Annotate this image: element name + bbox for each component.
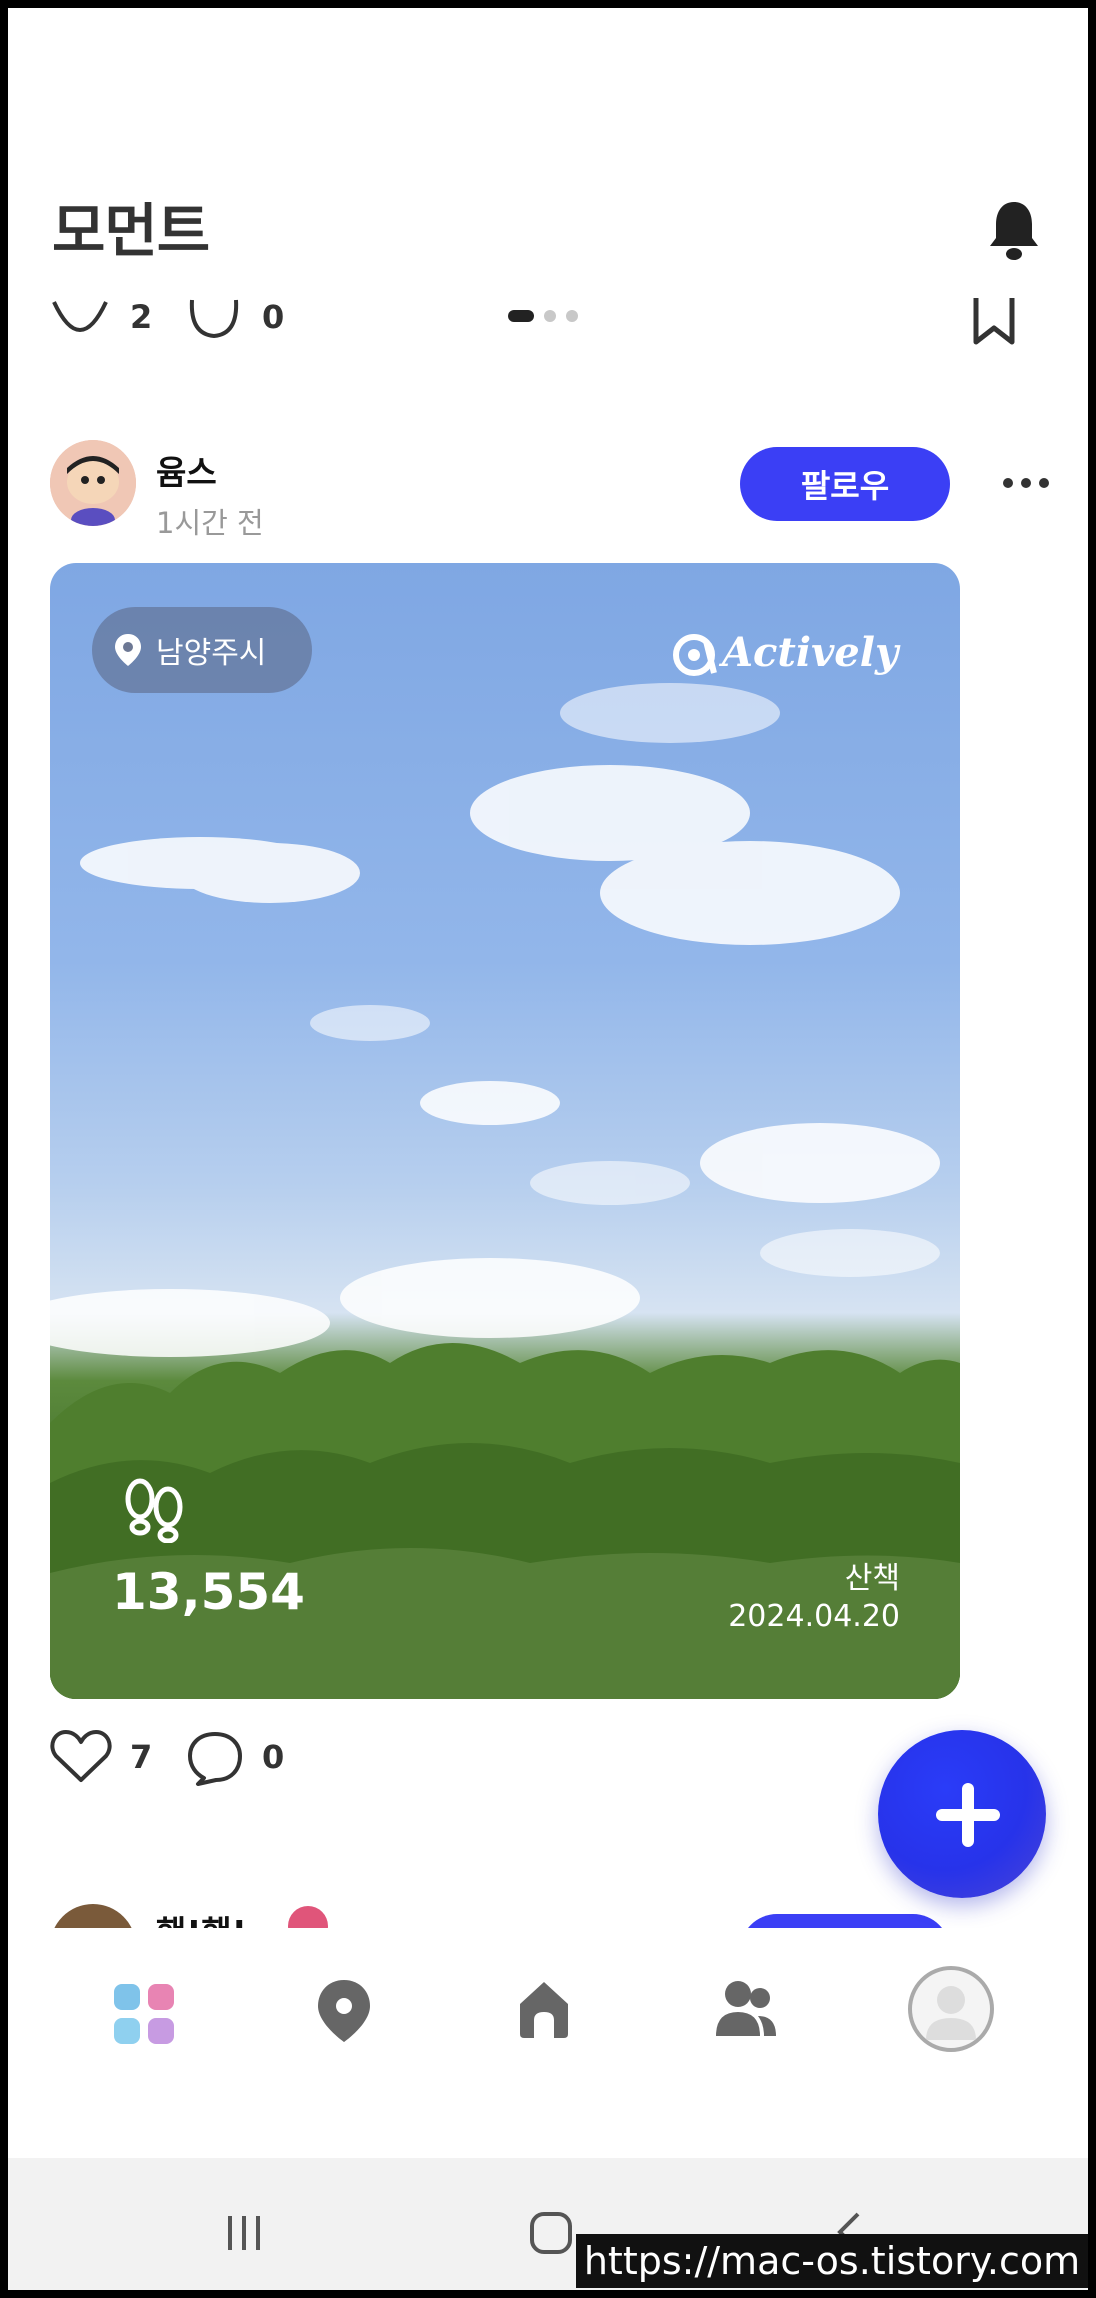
post-photo[interactable]: 남양주시 Actively 13,554 산책 2024.04.20 <box>50 563 960 1699</box>
comment-icon[interactable] <box>186 1730 244 1786</box>
avatar[interactable] <box>50 440 136 526</box>
actively-logo-icon <box>670 631 718 679</box>
url-watermark: https://mac-os.tistory.com <box>576 2234 1088 2288</box>
notification-bell-icon[interactable] <box>988 198 1040 264</box>
like-count: 7 <box>130 1738 153 1776</box>
heart-icon[interactable] <box>50 296 110 342</box>
follow-button[interactable]: 팔로우 <box>740 447 950 521</box>
location-pin-icon <box>115 634 141 666</box>
step-count: 13,554 <box>112 1563 305 1621</box>
comment-icon[interactable] <box>186 294 242 342</box>
friends-icon[interactable] <box>714 1978 778 2040</box>
activity-date: 2024.04.20 <box>728 1599 900 1634</box>
brand-watermark: Actively <box>722 629 899 676</box>
footsteps-icon <box>125 1478 183 1543</box>
activity-type: 산책 <box>844 1561 900 1596</box>
screen: 모먼트 2 0 윰스 1시간 전 팔로우 남양주시 Actively 13,55… <box>8 8 1088 2290</box>
post-time: 1시간 전 <box>156 506 264 540</box>
like-count: 2 <box>130 298 153 336</box>
page-title: 모먼트 <box>52 197 210 265</box>
follow-button[interactable] <box>740 1914 950 1928</box>
comment-count: 0 <box>262 1738 285 1776</box>
avatar[interactable] <box>50 1904 136 1928</box>
create-post-button[interactable] <box>878 1730 1046 1898</box>
grid-icon[interactable] <box>112 1982 176 2046</box>
author-name[interactable]: 윰스 <box>156 446 217 494</box>
location-badge[interactable]: 남양주시 <box>92 607 312 693</box>
author-name[interactable]: 핸!핸! <box>156 1906 247 1928</box>
recent-apps-icon[interactable] <box>224 2212 264 2252</box>
bottom-navigation <box>8 1928 1088 2068</box>
home-icon[interactable] <box>512 1978 576 2040</box>
comment-count: 0 <box>262 298 285 336</box>
previous-post-actions: 2 0 <box>8 288 1088 348</box>
location-label: 남양주시 <box>156 636 267 671</box>
map-pin-icon[interactable] <box>316 1978 372 2044</box>
plus-icon <box>936 1783 1000 1847</box>
carousel-indicator <box>508 310 588 322</box>
heart-icon[interactable] <box>50 1728 112 1784</box>
home-button-icon[interactable] <box>528 2210 574 2256</box>
bookmark-icon[interactable] <box>970 296 1018 346</box>
badge-icon <box>288 1906 328 1928</box>
profile-avatar-icon[interactable] <box>908 1966 994 2052</box>
more-options-icon[interactable] <box>998 463 1058 503</box>
